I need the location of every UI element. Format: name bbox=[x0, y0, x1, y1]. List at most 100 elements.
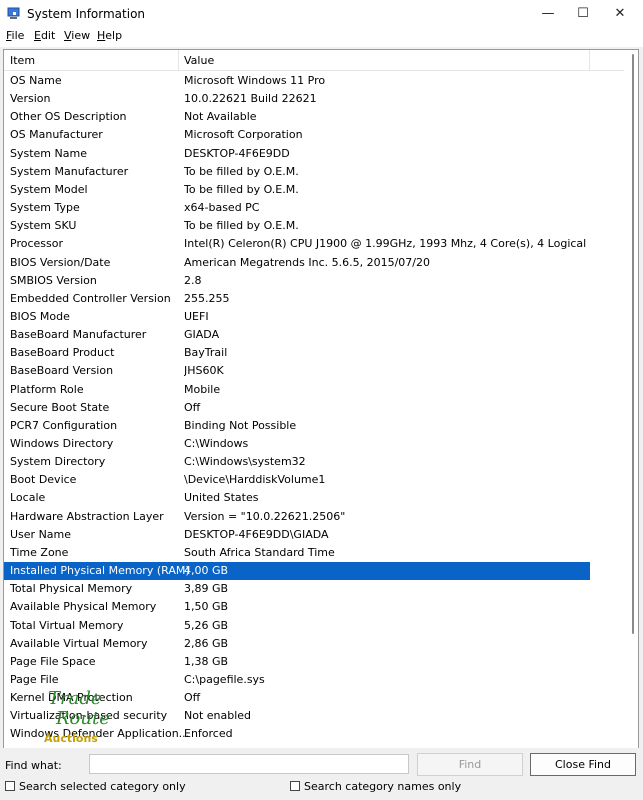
row-item: Time Zone bbox=[10, 545, 69, 559]
row-value: United States bbox=[184, 491, 259, 505]
row-item: User Name bbox=[10, 527, 72, 541]
row-item: System Model bbox=[10, 182, 88, 196]
table-row[interactable]: BaseBoard Manufacturer GIADA bbox=[4, 326, 590, 344]
table-row[interactable]: SMBIOS Version 2.8 bbox=[4, 272, 590, 290]
table-row[interactable]: Hardware Abstraction Layer Version = "10.… bbox=[4, 508, 590, 526]
table-row[interactable]: Total Virtual Memory 5,26 GB bbox=[4, 617, 590, 635]
row-item: Page File bbox=[10, 672, 59, 686]
row-value: 2,86 GB bbox=[184, 636, 229, 650]
row-value: x64-based PC bbox=[184, 201, 260, 215]
row-item: System Manufacturer bbox=[10, 164, 129, 178]
row-item: OS Name bbox=[10, 74, 62, 87]
table-row[interactable]: Time Zone South Africa Standard Time bbox=[4, 544, 590, 562]
row-value: Off bbox=[184, 400, 201, 414]
row-value: 10.0.22621 Build 22621 bbox=[184, 92, 317, 106]
row-item: BaseBoard Manufacturer bbox=[10, 328, 147, 342]
close-button[interactable]: ✕ bbox=[597, 0, 643, 28]
table-row[interactable]: BaseBoard Product BayTrail bbox=[4, 344, 590, 362]
table-row[interactable]: BaseBoard Version JHS60K bbox=[4, 362, 590, 380]
table-row[interactable]: Embedded Controller Version 255.255 bbox=[4, 290, 590, 308]
find-what-input[interactable] bbox=[89, 754, 409, 774]
row-value: Mobile bbox=[184, 382, 221, 396]
watermark-line-2: Route bbox=[56, 708, 110, 729]
search-category-names-checkbox[interactable] bbox=[290, 781, 300, 791]
close-find-button[interactable]: Close Find bbox=[530, 753, 636, 776]
row-item: Total Physical Memory bbox=[10, 582, 133, 596]
table-row[interactable]: Boot Device \Device\HarddiskVolume1 bbox=[4, 471, 590, 489]
watermark-line-1: Trade bbox=[48, 688, 102, 709]
table-row[interactable]: Available Virtual Memory 2,86 GB bbox=[4, 635, 590, 653]
table-row[interactable]: Secure Boot State Off bbox=[4, 399, 590, 417]
table-row[interactable]: BIOS Version/Date American Megatrends Inc… bbox=[4, 254, 590, 272]
table-row[interactable]: System Name DESKTOP-4F6E9DD bbox=[4, 145, 590, 163]
menu-view[interactable]: View bbox=[64, 29, 90, 42]
row-item: Available Physical Memory bbox=[10, 600, 157, 614]
table-row[interactable]: Platform Role Mobile bbox=[4, 381, 590, 399]
row-item: BIOS Version/Date bbox=[10, 255, 111, 269]
row-item: Secure Boot State bbox=[10, 400, 110, 414]
find-what-label: Find what: bbox=[5, 759, 62, 772]
table-row[interactable]: Processor Intel(R) Celeron(R) CPU J1900 @… bbox=[4, 235, 590, 253]
table-row[interactable]: Page File Space 1,38 GB bbox=[4, 653, 590, 671]
table-row[interactable]: System Manufacturer To be filled by O.E.M… bbox=[4, 163, 590, 181]
table-row[interactable]: Other OS Description Not Available bbox=[4, 108, 590, 126]
list-header: Item Value bbox=[4, 50, 624, 71]
system-summary-list[interactable]: Item Value OS Name Microsoft Windows 11 P… bbox=[3, 49, 639, 749]
menu-edit-label: dit bbox=[40, 29, 56, 42]
table-row[interactable]: Installed Physical Memory (RAM) 4,00 GB bbox=[4, 562, 590, 581]
row-item: BaseBoard Product bbox=[10, 346, 115, 360]
row-item: System SKU bbox=[10, 219, 77, 233]
table-row[interactable]: Locale United States bbox=[4, 489, 590, 507]
row-value: 1,50 GB bbox=[184, 600, 229, 614]
row-item: System Name bbox=[10, 146, 87, 160]
vertical-scrollbar[interactable] bbox=[630, 54, 636, 634]
scrollbar-thumb[interactable] bbox=[632, 54, 634, 634]
row-item: Platform Role bbox=[10, 382, 84, 396]
row-item: Hardware Abstraction Layer bbox=[10, 509, 164, 523]
row-value: GIADA bbox=[184, 328, 220, 342]
table-row[interactable]: System Model To be filled by O.E.M. bbox=[4, 181, 590, 199]
row-value: 2.8 bbox=[184, 273, 202, 287]
row-value: 5,26 GB bbox=[184, 618, 229, 632]
menu-file-label: ile bbox=[11, 29, 25, 42]
table-row[interactable]: Windows Directory C:\Windows bbox=[4, 435, 590, 453]
column-divider[interactable] bbox=[589, 50, 590, 70]
trade-route-auctions-watermark: Trade Route Auctions bbox=[42, 688, 122, 758]
table-row[interactable]: System Type x64-based PC bbox=[4, 199, 590, 217]
row-value: Microsoft Corporation bbox=[184, 128, 303, 142]
table-row[interactable]: User Name DESKTOP-4F6E9DD\GIADA bbox=[4, 526, 590, 544]
row-item: System Type bbox=[10, 201, 80, 215]
menu-help[interactable]: Help bbox=[97, 29, 122, 42]
row-value: C:\pagefile.sys bbox=[184, 672, 265, 686]
column-divider[interactable] bbox=[178, 50, 179, 70]
menu-edit[interactable]: Edit bbox=[34, 29, 55, 42]
row-value: C:\Windows bbox=[184, 437, 249, 450]
table-row[interactable]: Version 10.0.22621 Build 22621 bbox=[4, 90, 590, 108]
find-button[interactable]: Find bbox=[417, 753, 523, 776]
table-row[interactable]: System Directory C:\Windows\system32 bbox=[4, 453, 590, 471]
menu-edit-accelerator: E bbox=[34, 29, 41, 42]
row-item: Processor bbox=[10, 237, 63, 251]
table-row[interactable]: BIOS Mode UEFI bbox=[4, 308, 590, 326]
row-item: BIOS Mode bbox=[10, 309, 70, 323]
system-information-app-icon bbox=[7, 7, 20, 19]
row-value: To be filled by O.E.M. bbox=[184, 219, 299, 233]
column-header-value[interactable]: Value bbox=[184, 54, 214, 67]
row-value: South Africa Standard Time bbox=[184, 545, 335, 559]
row-item: Locale bbox=[10, 491, 46, 505]
table-row[interactable]: Available Physical Memory 1,50 GB bbox=[4, 598, 590, 616]
row-value: Not Available bbox=[184, 110, 257, 124]
row-value: American Megatrends Inc. 5.6.5, 2015/07/… bbox=[184, 255, 431, 269]
row-value: 1,38 GB bbox=[184, 654, 229, 668]
table-row[interactable]: System SKU To be filled by O.E.M. bbox=[4, 217, 590, 235]
column-header-item[interactable]: Item bbox=[10, 54, 35, 67]
search-selected-category-checkbox[interactable] bbox=[5, 781, 15, 791]
table-row[interactable]: Page File C:\pagefile.sys bbox=[4, 671, 590, 689]
table-row[interactable]: Total Physical Memory 3,89 GB bbox=[4, 580, 590, 598]
table-row[interactable]: OS Name Microsoft Windows 11 Pro bbox=[4, 72, 590, 90]
row-value: \Device\HarddiskVolume1 bbox=[184, 473, 326, 487]
table-row[interactable]: PCR7 Configuration Binding Not Possible bbox=[4, 417, 590, 435]
menu-file[interactable]: File bbox=[6, 29, 24, 42]
row-value: BayTrail bbox=[184, 346, 228, 360]
table-row[interactable]: OS Manufacturer Microsoft Corporation bbox=[4, 126, 590, 144]
